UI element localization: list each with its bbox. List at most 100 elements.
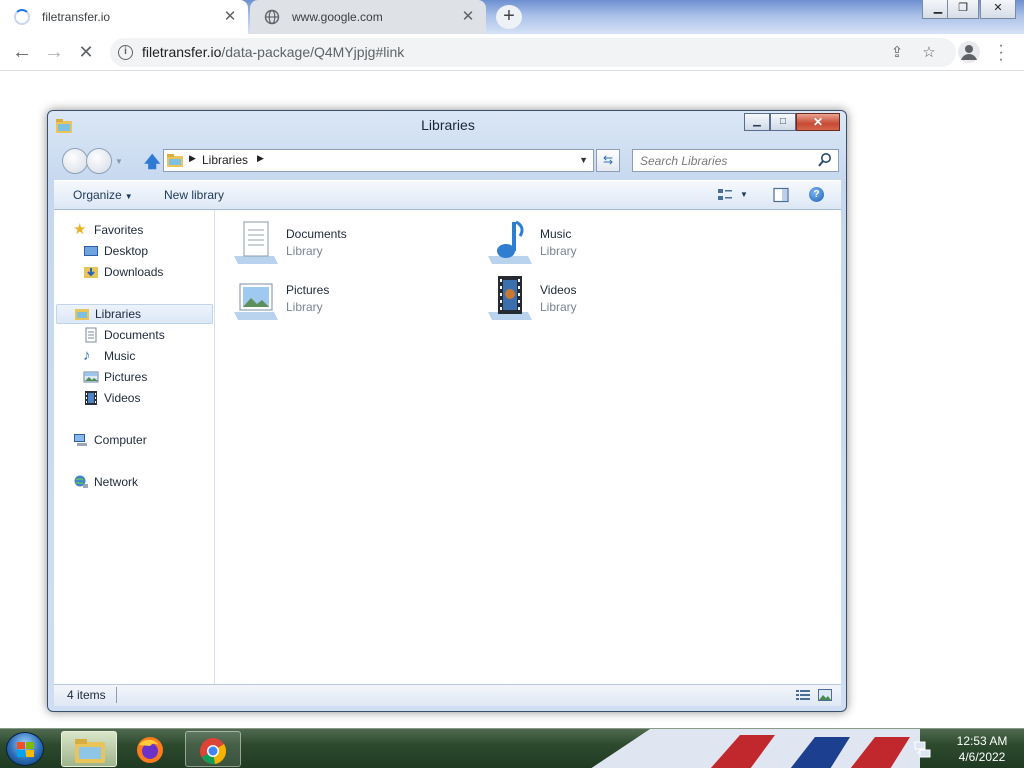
documents-icon bbox=[85, 327, 97, 343]
search-placeholder: Search Libraries bbox=[640, 154, 728, 168]
breadcrumb-libraries[interactable]: Libraries bbox=[202, 153, 248, 167]
nav-libraries[interactable]: Libraries bbox=[56, 304, 213, 324]
stop-loading-button[interactable]: ✕ bbox=[72, 38, 100, 66]
nav-pictures[interactable]: Pictures bbox=[83, 368, 147, 386]
organize-menu[interactable]: Organize ▼ bbox=[73, 188, 133, 202]
library-item-videos[interactable]: Videos Library bbox=[486, 274, 577, 322]
nav-downloads[interactable]: Downloads bbox=[83, 263, 163, 281]
nav-network[interactable]: Network bbox=[73, 473, 138, 491]
system-tray: 12:53 AM 4/6/2022 bbox=[910, 729, 1024, 768]
tab-close-icon[interactable]: ✕ bbox=[222, 9, 238, 25]
library-type: Library bbox=[540, 244, 577, 258]
browser-toolbar: ← → ✕ i filetransfer.io/data-package/Q4M… bbox=[0, 34, 1024, 71]
new-tab-button[interactable]: + bbox=[496, 5, 522, 29]
preview-pane-icon[interactable] bbox=[773, 187, 789, 203]
nav-label: Network bbox=[94, 475, 139, 489]
url-path: /data-package/Q4MYjpjg#link bbox=[221, 44, 405, 60]
library-type: Library bbox=[286, 300, 323, 314]
chrome-icon bbox=[200, 738, 227, 765]
computer-icon bbox=[74, 434, 87, 446]
videos-filmstrip-icon bbox=[85, 391, 97, 405]
pictures-icon bbox=[83, 371, 99, 383]
clock-date: 4/6/2022 bbox=[958, 750, 1006, 764]
nav-label: Favorites bbox=[94, 223, 144, 237]
up-level-icon[interactable]: 🡅 bbox=[144, 151, 160, 178]
tab-title: filetransfer.io bbox=[42, 10, 111, 24]
nav-computer[interactable]: Computer bbox=[73, 431, 147, 449]
nav-favorites[interactable]: ★ Favorites bbox=[73, 221, 143, 239]
window-close-button[interactable]: ✕ bbox=[980, 0, 1016, 19]
navigation-pane: ★ Favorites Desktop Downloads Libraries … bbox=[54, 210, 215, 684]
url-text[interactable]: filetransfer.io/data-package/Q4MYjpjg#li… bbox=[142, 44, 404, 60]
libraries-window: Libraries ▁ □ ✕ ▼ 🡅 ▶ Libraries ▶ ▼ ⇆ Se… bbox=[47, 110, 847, 712]
search-input[interactable]: Search Libraries bbox=[632, 149, 839, 172]
window-restore-button[interactable]: ❐ bbox=[947, 0, 979, 19]
bookmark-star-icon[interactable]: ☆ bbox=[919, 43, 939, 63]
library-name: Pictures bbox=[286, 283, 330, 297]
nav-label: Computer bbox=[94, 433, 147, 447]
large-icons-view-icon[interactable] bbox=[818, 689, 832, 701]
change-view-icon[interactable] bbox=[717, 187, 733, 203]
breadcrumb-separator-icon[interactable]: ▶ bbox=[189, 153, 196, 164]
new-library-button[interactable]: New library bbox=[164, 188, 224, 202]
forward-button[interactable]: → bbox=[40, 38, 68, 66]
details-view-icon[interactable] bbox=[796, 689, 810, 701]
refresh-button[interactable]: ⇆ bbox=[596, 149, 620, 172]
start-button[interactable] bbox=[6, 732, 44, 766]
breadcrumb-separator-icon[interactable]: ▶ bbox=[257, 153, 264, 164]
share-icon[interactable]: ⇪ bbox=[887, 43, 907, 63]
explorer-minimize-button[interactable]: ▁ bbox=[744, 113, 770, 131]
explorer-forward-button[interactable] bbox=[86, 148, 112, 174]
system-clock[interactable]: 12:53 AM 4/6/2022 bbox=[942, 733, 1022, 765]
status-divider bbox=[116, 687, 117, 703]
nav-videos[interactable]: Videos bbox=[83, 389, 140, 407]
windows-logo-icon bbox=[17, 742, 34, 757]
explorer-address-bar[interactable]: ▶ Libraries ▶ ▼ bbox=[163, 149, 594, 172]
nav-music[interactable]: ♪ Music bbox=[83, 347, 135, 365]
music-note-icon: ♪ bbox=[83, 347, 91, 364]
clock-time: 12:53 AM bbox=[956, 734, 1008, 748]
library-name: Music bbox=[540, 227, 572, 241]
nav-label: Downloads bbox=[104, 265, 164, 279]
search-icon[interactable] bbox=[818, 152, 832, 168]
nav-label: Desktop bbox=[104, 244, 149, 258]
explorer-maximize-button[interactable]: □ bbox=[770, 113, 796, 131]
firefox-icon bbox=[137, 737, 163, 763]
profile-avatar-icon[interactable] bbox=[958, 41, 980, 63]
taskbar-chrome-button[interactable] bbox=[185, 731, 241, 767]
site-info-icon[interactable]: i bbox=[118, 45, 133, 60]
tab-google[interactable]: www.google.com ✕ bbox=[250, 0, 486, 34]
back-button[interactable]: ← bbox=[8, 38, 36, 66]
url-host: filetransfer.io bbox=[142, 44, 222, 60]
music-library-icon bbox=[488, 220, 532, 264]
browser-menu-icon[interactable]: · · · bbox=[994, 38, 1008, 68]
pictures-library-icon bbox=[234, 283, 278, 320]
library-item-documents[interactable]: Documents Library bbox=[232, 218, 347, 266]
tab-close-icon[interactable]: ✕ bbox=[460, 9, 476, 25]
library-item-pictures[interactable]: Pictures Library bbox=[232, 274, 329, 322]
library-type: Library bbox=[540, 300, 577, 314]
library-type: Library bbox=[286, 244, 323, 258]
wallpaper-fragment bbox=[591, 729, 920, 768]
command-bar: Organize ▼ New library ▼ ? bbox=[54, 180, 841, 210]
explorer-back-button[interactable] bbox=[62, 148, 88, 174]
network-globe-icon bbox=[74, 475, 88, 488]
taskbar-firefox-button[interactable] bbox=[123, 731, 179, 767]
address-bar[interactable]: i filetransfer.io/data-package/Q4MYjpjg#… bbox=[110, 38, 956, 67]
view-options-dropdown-icon[interactable]: ▼ bbox=[740, 190, 748, 199]
recent-pages-dropdown-icon[interactable]: ▼ bbox=[115, 157, 123, 166]
library-name: Documents bbox=[286, 227, 347, 241]
desktop-icon bbox=[84, 246, 98, 256]
tab-filetransfer[interactable]: filetransfer.io ✕ bbox=[0, 0, 248, 34]
help-icon[interactable]: ? bbox=[809, 187, 824, 202]
address-history-dropdown-icon[interactable]: ▼ bbox=[579, 155, 588, 165]
nav-label: Music bbox=[104, 349, 136, 363]
nav-documents[interactable]: Documents bbox=[83, 326, 165, 344]
network-status-icon[interactable] bbox=[914, 740, 932, 758]
explorer-close-button[interactable]: ✕ bbox=[796, 113, 840, 131]
content-pane: Documents Library Music Library Pictures… bbox=[215, 210, 841, 684]
libraries-folder-icon bbox=[167, 154, 183, 167]
nav-desktop[interactable]: Desktop bbox=[83, 242, 148, 260]
library-item-music[interactable]: Music Library bbox=[486, 218, 577, 266]
taskbar-explorer-button[interactable] bbox=[61, 731, 117, 767]
